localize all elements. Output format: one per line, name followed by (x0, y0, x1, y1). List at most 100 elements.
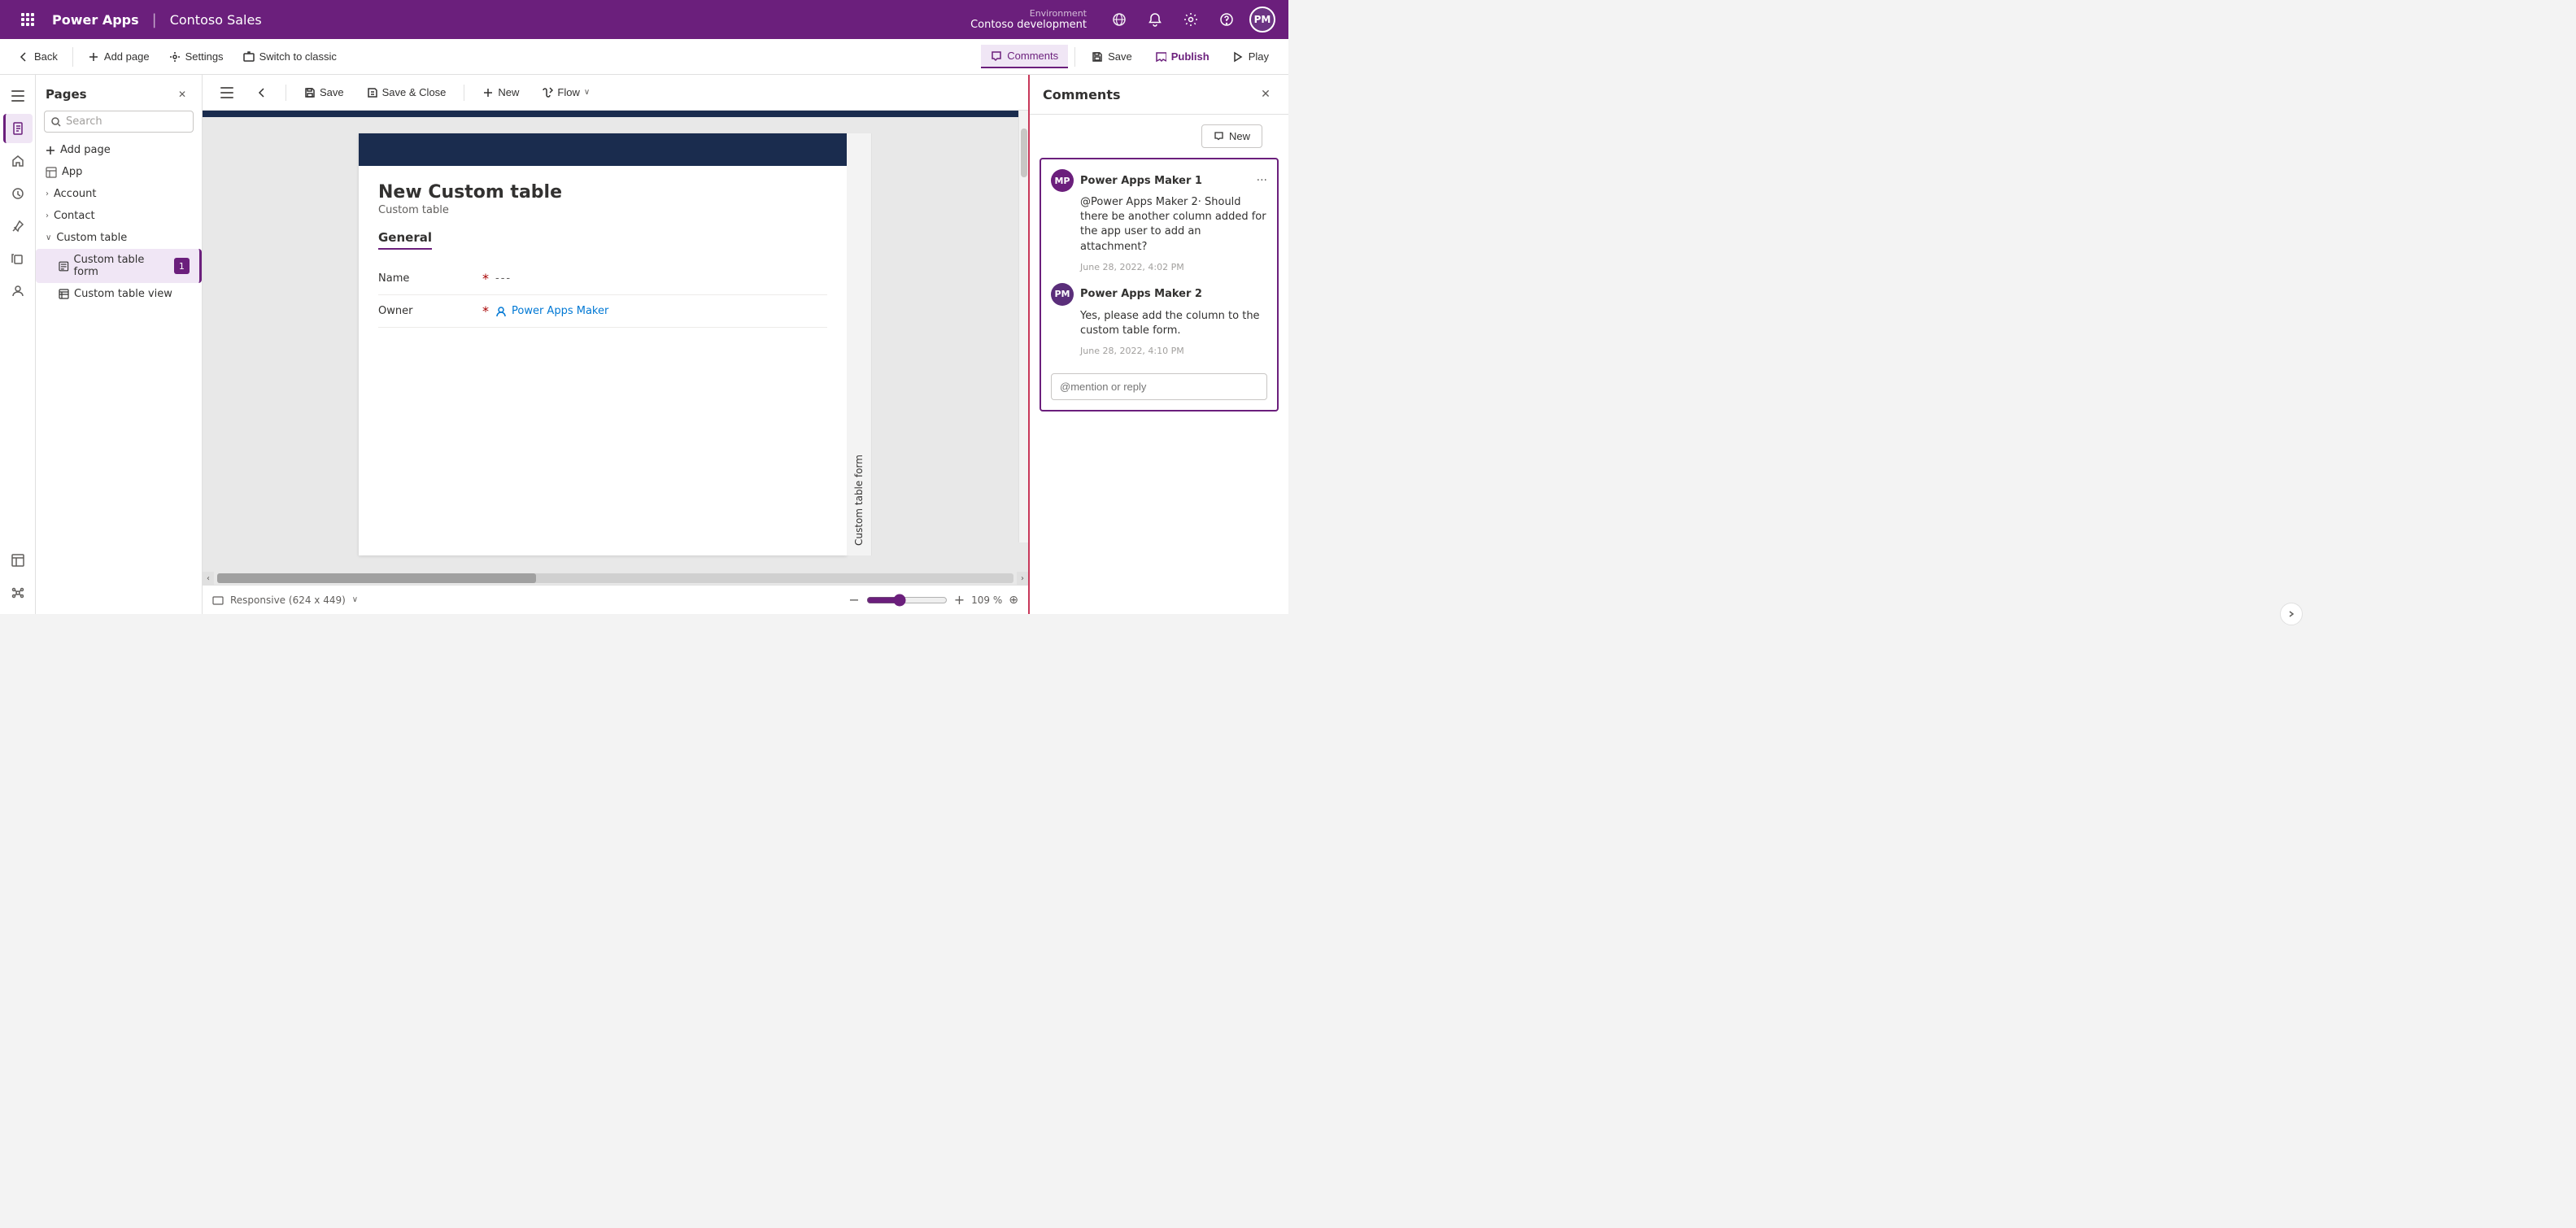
network-icon[interactable] (3, 578, 33, 607)
form-back-button[interactable] (248, 83, 276, 102)
grid-icon[interactable] (13, 5, 42, 34)
pages-header: Pages ✕ (36, 75, 202, 111)
target-icon[interactable]: ⊕ (1009, 594, 1018, 607)
nav-item-custom-table-view[interactable]: Custom table view (36, 283, 202, 305)
toolbar-right-group: Comments Save Publish Play (981, 45, 1279, 68)
history-icon[interactable] (3, 179, 33, 208)
help-icon[interactable] (1214, 7, 1240, 33)
comment-1-text: @Power Apps Maker 2· Should there be ano… (1080, 195, 1267, 255)
mention-reply-input[interactable] (1051, 373, 1267, 400)
comments-close-button[interactable]: ✕ (1256, 85, 1275, 104)
form-content: New Custom table Custom table General Na… (359, 166, 847, 344)
form-new-button[interactable]: New (474, 82, 527, 102)
settings-label: Settings (185, 50, 224, 63)
pages-close-button[interactable]: ✕ (172, 85, 192, 104)
nav-item-account[interactable]: › Account (36, 183, 202, 205)
scroll-left-button[interactable]: ‹ (203, 572, 214, 585)
form-menu-button[interactable] (212, 83, 242, 102)
responsive-dropdown[interactable]: ∨ (352, 595, 358, 604)
field-name-value[interactable]: --- (495, 272, 827, 285)
left-icon-bar (0, 75, 36, 614)
main-layout: Pages ✕ Search Add page App › Account (0, 75, 1288, 614)
add-page-button[interactable]: Add page (36, 139, 202, 161)
canvas-scroll[interactable]: New Custom table Custom table General Na… (203, 111, 1028, 572)
switch-classic-button[interactable]: Switch to classic (235, 46, 345, 67)
canvas-area: Save Save & Close New Flow ∨ (203, 75, 1028, 614)
contact-chevron: › (46, 211, 49, 220)
play-label: Play (1249, 50, 1269, 63)
vertical-tab[interactable]: Custom table form (847, 133, 872, 555)
env-name: Contoso development (970, 19, 1087, 31)
form-card: New Custom table Custom table General Na… (359, 133, 847, 555)
pin-icon[interactable] (3, 211, 33, 241)
form-toolbar: Save Save & Close New Flow ∨ (203, 75, 1028, 111)
field-owner-value[interactable]: Power Apps Maker (495, 305, 827, 317)
zoom-minus-button[interactable]: − (848, 592, 859, 607)
comments-header: Comments ✕ (1030, 75, 1288, 115)
table-icon[interactable] (3, 546, 33, 575)
comment-1-author-row: MP Power Apps Maker 1 ··· (1051, 169, 1267, 192)
collapse-comments-button[interactable] (2280, 603, 2303, 625)
custom-table-chevron: ∨ (46, 233, 51, 242)
form-tab[interactable]: General (378, 230, 432, 250)
settings-icon[interactable] (1178, 7, 1204, 33)
form-flow-button[interactable]: Flow ∨ (534, 82, 598, 102)
field-name-required: * (482, 271, 489, 286)
comment-2-author: Power Apps Maker 2 (1080, 288, 1267, 300)
form-save-close-button[interactable]: Save & Close (359, 82, 455, 102)
notification-icon[interactable] (1142, 7, 1168, 33)
toolbar-separator-2 (1074, 47, 1075, 67)
settings-button[interactable]: Settings (161, 46, 232, 67)
comment-1-author: Power Apps Maker 1 (1080, 175, 1250, 187)
pages-title: Pages (46, 87, 87, 102)
publish-label: Publish (1171, 50, 1210, 63)
toolbar-separator-1 (72, 47, 73, 67)
scroll-right-button[interactable]: › (1017, 572, 1028, 585)
top-navigation: Power Apps | Contoso Sales Environment C… (0, 0, 1288, 39)
user-avatar[interactable]: PM (1249, 7, 1275, 33)
back-button[interactable]: Back (10, 46, 66, 67)
nav-item-app[interactable]: App (36, 161, 202, 183)
environment-icon[interactable] (1106, 7, 1132, 33)
add-page-label: Add page (104, 50, 150, 63)
play-button[interactable]: Play (1223, 46, 1279, 67)
comments-title: Comments (1043, 87, 1121, 102)
zoom-value: 109 % (971, 594, 1002, 606)
form-flow-label: Flow (557, 86, 579, 98)
comments-button[interactable]: Comments (981, 45, 1068, 68)
person-icon[interactable] (3, 277, 33, 306)
form-new-label: New (498, 86, 519, 98)
project-name: Contoso Sales (170, 12, 262, 28)
home-icon[interactable] (3, 146, 33, 176)
switch-label: Switch to classic (259, 50, 337, 63)
back-label: Back (34, 50, 58, 63)
nav-item-account-label: Account (54, 188, 97, 200)
search-placeholder: Search (66, 115, 102, 128)
field-owner-label: Owner (378, 305, 476, 317)
comment-1-more-button[interactable]: ··· (1257, 174, 1267, 187)
search-box[interactable]: Search (44, 111, 194, 133)
page-toolbar: Back Add page Settings Switch to classic… (0, 39, 1288, 75)
nav-item-view-label: Custom table view (74, 288, 172, 300)
nav-item-custom-table[interactable]: ∨ Custom table (36, 227, 202, 249)
zoom-plus-button[interactable]: + (954, 592, 965, 607)
comment-2-avatar: PM (1051, 283, 1074, 306)
bottom-bar: Responsive (624 x 449) ∨ − + 109 % ⊕ (203, 585, 1028, 614)
zoom-slider[interactable] (866, 594, 948, 607)
form-save-button[interactable]: Save (296, 82, 352, 102)
hamburger-icon[interactable] (3, 81, 33, 111)
nav-item-custom-table-form[interactable]: Custom table form 1 (36, 249, 202, 283)
copy-icon[interactable] (3, 244, 33, 273)
comment-2-text: Yes, please add the column to the custom… (1080, 309, 1267, 338)
pages-icon[interactable] (3, 114, 33, 143)
add-page-button[interactable]: Add page (80, 46, 158, 67)
new-comment-button[interactable]: New (1201, 124, 1262, 148)
account-chevron: › (46, 189, 49, 198)
save-button[interactable]: Save (1082, 46, 1142, 67)
new-comment-label: New (1229, 130, 1250, 142)
publish-button[interactable]: Publish (1145, 46, 1219, 67)
nav-item-contact[interactable]: › Contact (36, 205, 202, 227)
comment-thread: MP Power Apps Maker 1 ··· @Power Apps Ma… (1040, 158, 1279, 412)
nav-item-custom-table-label: Custom table (56, 232, 127, 244)
environment-info: Environment Contoso development (970, 8, 1087, 31)
